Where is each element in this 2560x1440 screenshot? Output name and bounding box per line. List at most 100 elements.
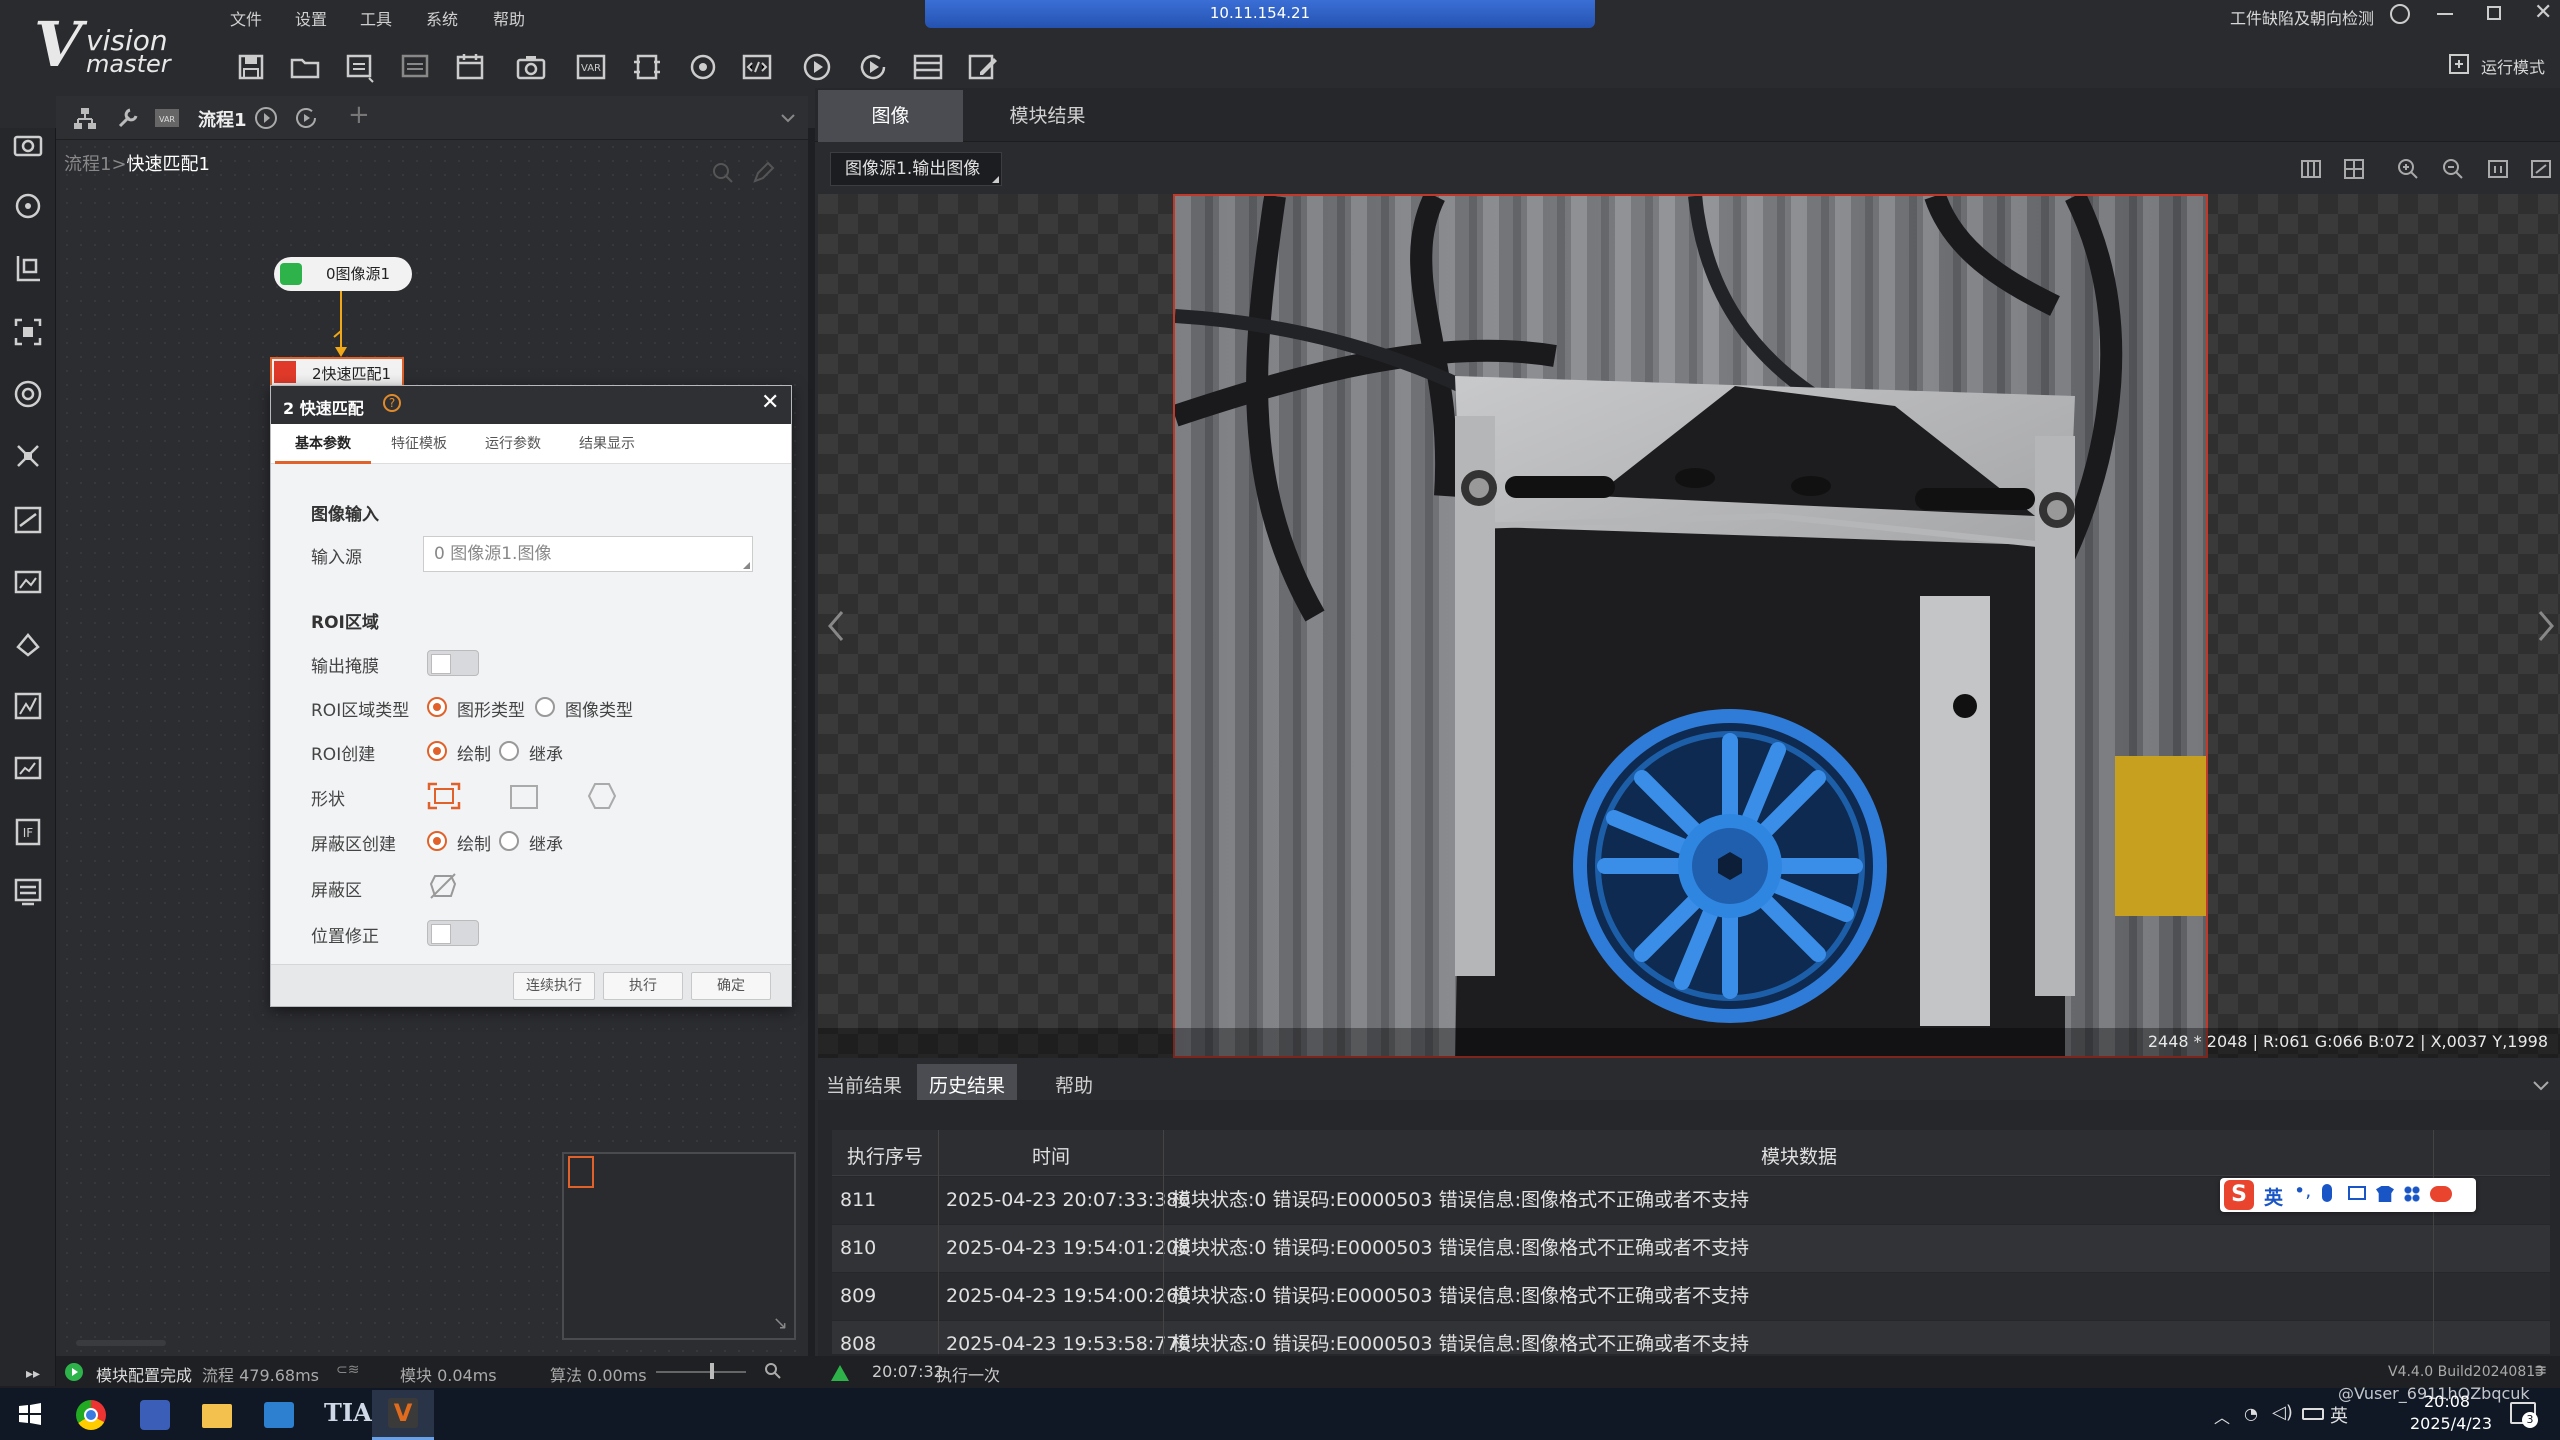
file-explorer-icon[interactable] [202, 1404, 232, 1428]
ok-button[interactable]: 确定 [691, 972, 771, 1000]
remote-desktop-bar[interactable]: 10.11.154.21 [925, 0, 1595, 28]
network-icon[interactable]: ◔ [2244, 1404, 2258, 1423]
ime-mic-icon[interactable] [2322, 1184, 2332, 1202]
global-communication-icon[interactable] [686, 50, 720, 84]
shape-polygon-icon[interactable] [587, 782, 617, 810]
menu-help[interactable]: 帮助 [493, 6, 525, 30]
roi-create-inherit-radio[interactable] [499, 741, 519, 761]
tray-chevron-icon[interactable]: ︿ [2214, 1404, 2230, 1428]
flow-node-quick-match[interactable]: 2快速匹配1 [270, 357, 404, 385]
image-generate-icon[interactable] [10, 314, 46, 350]
position-fix-toggle[interactable] [427, 920, 479, 946]
windows-start-icon[interactable] [18, 1402, 42, 1426]
history-icon[interactable] [2390, 4, 2410, 24]
fit-window-icon[interactable] [2530, 158, 2552, 180]
roi-type-image-radio[interactable] [535, 697, 555, 717]
ime-keyboard-icon[interactable] [2348, 1186, 2366, 1200]
if-condition-icon[interactable]: IF [10, 814, 46, 850]
ime-skin-icon[interactable] [2376, 1186, 2394, 1202]
statusbar-menu-icon[interactable]: ≡ [2534, 1360, 2547, 1379]
image-source-select[interactable]: 图像源1.输出图像 [830, 152, 1002, 186]
tab-run-params[interactable]: 运行参数 [465, 424, 561, 464]
remote-app-icon[interactable] [140, 1400, 170, 1430]
flow-run-icon[interactable] [254, 106, 278, 130]
table-row[interactable]: 809 2025-04-23 19:54:00:260 模块状态:0 错误码:E… [832, 1273, 2550, 1320]
calendar-icon[interactable] [453, 50, 487, 84]
deep-learning-icon[interactable] [10, 438, 46, 474]
tia-portal-icon[interactable]: TIA [324, 1398, 372, 1427]
logic-tool-icon[interactable] [10, 750, 46, 786]
flow-tree-icon[interactable] [72, 106, 98, 132]
shape-full-image-icon[interactable] [427, 782, 461, 810]
expand-statusbar-icon[interactable]: ▸▸ [26, 1366, 40, 1382]
input-source-select[interactable]: 0 图像源1.图像 [423, 536, 753, 572]
breadcrumb-root[interactable]: 流程1 [64, 154, 111, 175]
output-mask-toggle[interactable] [427, 650, 479, 676]
zoom-canvas-icon[interactable] [710, 160, 736, 186]
ui-designer-icon[interactable] [911, 50, 945, 84]
save-icon[interactable] [234, 50, 268, 84]
flow-loop-icon[interactable] [294, 106, 318, 130]
close-icon[interactable]: ✕ [2534, 0, 2552, 25]
tab-feature-template[interactable]: 特征模板 [371, 424, 467, 464]
ime-apps-icon[interactable] [2404, 1186, 2420, 1202]
chevron-down-icon[interactable] [780, 112, 796, 124]
add-flow-icon[interactable]: + [348, 100, 370, 130]
tab-result-display[interactable]: 结果显示 [559, 424, 655, 464]
mask-create-draw-radio[interactable] [427, 831, 447, 851]
restore-icon[interactable] [2487, 6, 2501, 20]
menu-system[interactable]: 系统 [426, 6, 458, 30]
tab-basic-params[interactable]: 基本参数 [275, 424, 371, 464]
run-mode-icon[interactable] [2447, 52, 2471, 76]
menu-settings[interactable]: 设置 [295, 6, 327, 30]
run-mode-button[interactable]: 运行模式 [2481, 54, 2545, 78]
canvas-minimap[interactable]: ↘ [562, 1152, 796, 1340]
recognition-icon[interactable] [10, 376, 46, 412]
ime-lang[interactable]: 英 [2264, 1183, 2283, 1210]
flow-tab[interactable]: 流程1 [198, 106, 247, 132]
mask-area-icon[interactable] [427, 870, 459, 902]
tab-image[interactable]: 图像 [818, 90, 963, 142]
camera-icon[interactable] [514, 50, 548, 84]
roi-create-draw-radio[interactable] [427, 741, 447, 761]
monitor-app-icon[interactable] [264, 1402, 294, 1428]
minimize-icon[interactable] [2437, 13, 2453, 15]
wrench-icon[interactable] [116, 106, 140, 130]
var-tag-icon[interactable]: VAR [154, 108, 180, 128]
ime-toolbar[interactable]: S 英 •, [2220, 1178, 2476, 1212]
export-icon[interactable] [398, 50, 432, 84]
collect-camera-icon[interactable] [10, 126, 46, 162]
prev-image-icon[interactable] [826, 608, 848, 644]
module-icon[interactable] [630, 50, 664, 84]
communication-icon[interactable] [10, 874, 46, 910]
time-chart-icon[interactable]: ⊂≋ [336, 1362, 359, 1378]
canvas-scrollbar[interactable] [76, 1340, 166, 1346]
variable-icon[interactable]: VAR [574, 50, 608, 84]
open-folder-icon[interactable] [288, 50, 322, 84]
table-row[interactable]: 810 2025-04-23 19:54:01:208 模块状态:0 错误码:E… [832, 1225, 2550, 1272]
ime-extra-icon[interactable] [2430, 1186, 2452, 1202]
run-button[interactable]: 执行 [603, 972, 683, 1000]
save-as-icon[interactable] [343, 50, 377, 84]
battery-icon[interactable] [2302, 1408, 2324, 1420]
calibration-icon[interactable] [10, 502, 46, 538]
volume-icon[interactable]: ◁) [2272, 1402, 2293, 1423]
run-once-icon[interactable] [800, 50, 834, 84]
minimap-resize-icon[interactable]: ↘ [773, 1313, 788, 1334]
zoom-slider-handle[interactable] [710, 1363, 714, 1379]
color-processing-icon[interactable] [10, 627, 46, 663]
tab-module-result[interactable]: 模块结果 [975, 90, 1120, 142]
defect-detection-icon[interactable] [10, 688, 46, 724]
roi-type-shape-radio[interactable] [427, 697, 447, 717]
tray-ime-label[interactable]: 英 [2330, 1402, 2348, 1428]
flow-node-image-source[interactable]: 0图像源1 [274, 257, 412, 291]
edit-canvas-icon[interactable] [750, 160, 776, 186]
script-icon[interactable] [740, 50, 774, 84]
minimap-viewport[interactable] [568, 1156, 594, 1188]
locate-icon[interactable] [10, 188, 46, 224]
layout-single-icon[interactable] [2300, 158, 2322, 180]
layout-grid-icon[interactable] [2343, 158, 2365, 180]
menu-tools[interactable]: 工具 [360, 6, 392, 30]
measure-icon[interactable] [10, 250, 46, 286]
help-icon[interactable]: ? [383, 394, 401, 412]
